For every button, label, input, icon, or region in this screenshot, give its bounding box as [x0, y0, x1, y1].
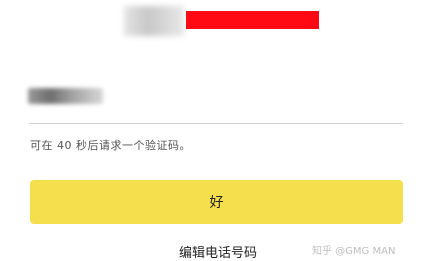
confirm-button[interactable]: 好 [30, 180, 403, 224]
verification-code-input[interactable] [28, 88, 103, 104]
resend-countdown-hint: 可在 40 秒后请求一个验证码。 [30, 139, 191, 152]
redacted-phone-number-blur [124, 6, 184, 36]
code-input-underline [29, 123, 403, 124]
edit-phone-number-link[interactable]: 编辑电话号码 [179, 242, 257, 261]
redaction-bar [186, 11, 319, 29]
watermark: 知乎 @GMG MAN [312, 246, 396, 257]
